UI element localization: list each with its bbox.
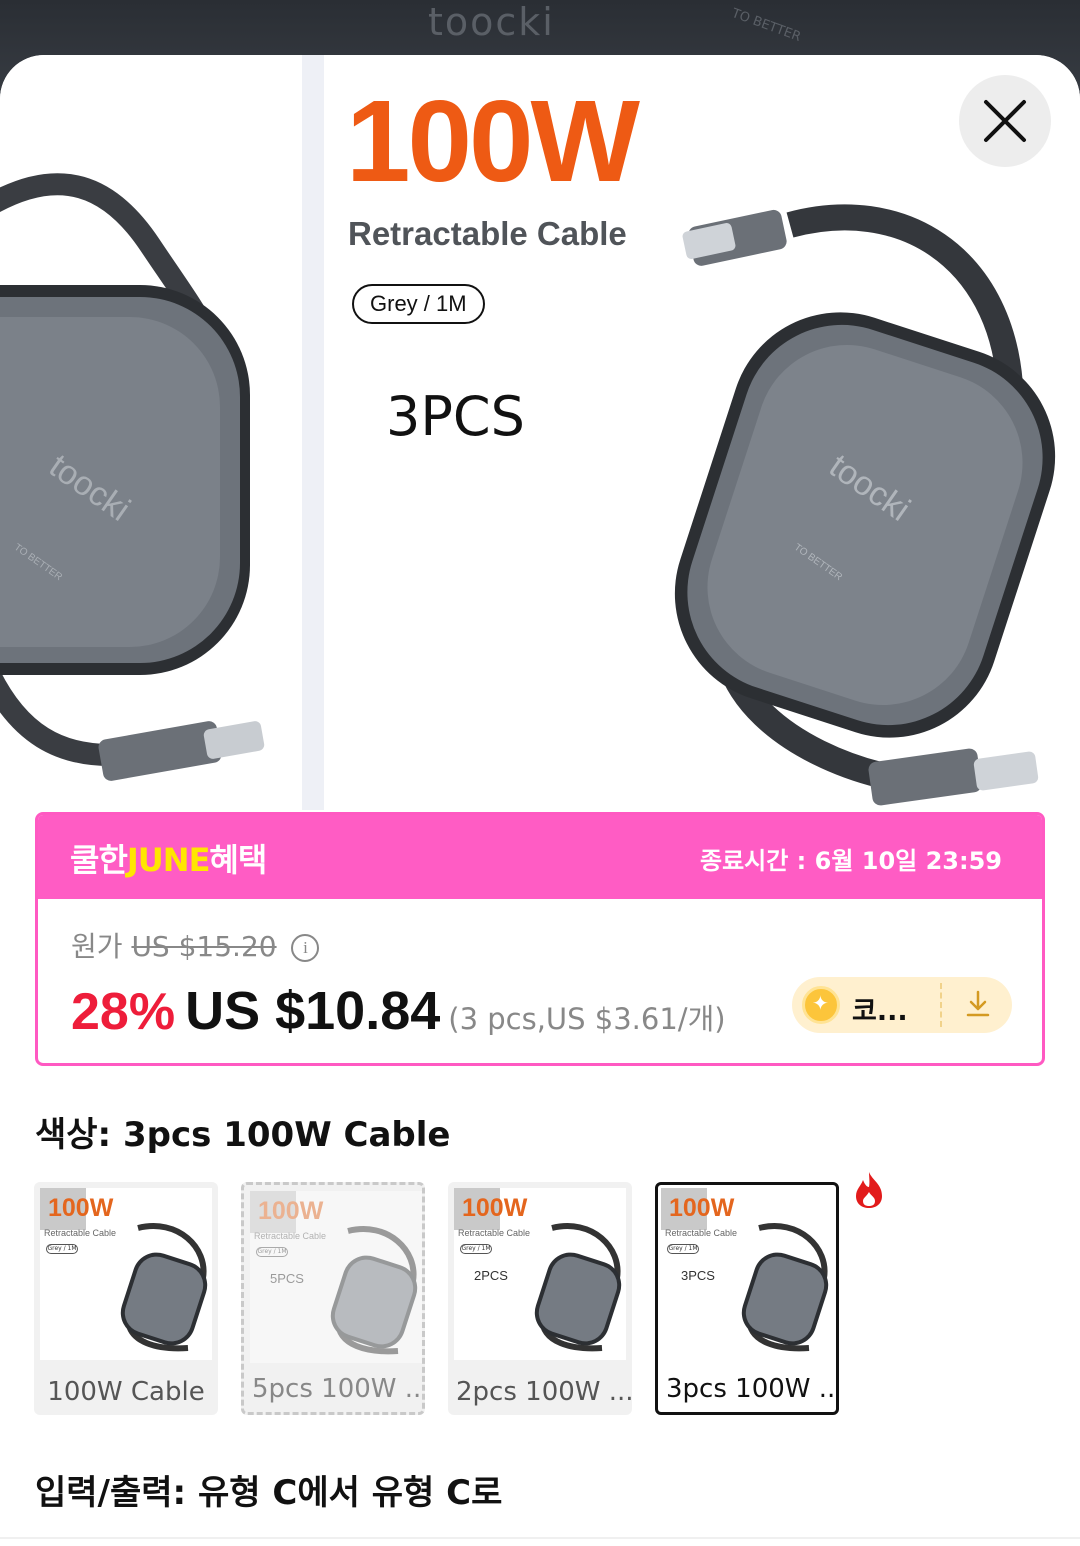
- color-option-2pcs[interactable]: 100W Retractable Cable Grey / 1M 2PCS 2p…: [448, 1182, 632, 1415]
- promo-header: 쿨한JUNE혜택 종료시간 : 6월 10일 23:59: [38, 815, 1042, 899]
- product-options-sheet: toocki TO BETTER 100W Retractable Cable …: [0, 55, 1080, 1546]
- original-price-row: 원가 US $15.20 i: [71, 925, 320, 965]
- io-section-label: 입력/출력: 유형 C에서 유형 C로: [35, 1473, 503, 1513]
- product-image-carousel[interactable]: toocki TO BETTER 100W Retractable Cable …: [0, 55, 1080, 810]
- thumb-pill: Grey / 1M: [667, 1244, 699, 1254]
- thumb-subline: Retractable Cable: [458, 1228, 531, 1238]
- swatch-label: 5pcs 100W ...: [252, 1374, 422, 1404]
- download-icon[interactable]: [962, 988, 994, 1020]
- coupon-separator: [940, 983, 942, 1027]
- thumb-pill: Grey / 1M: [256, 1247, 288, 1257]
- color-section-label: 색상: 3pcs 100W Cable: [35, 1115, 451, 1155]
- swatch-label: 3pcs 100W ...: [666, 1374, 836, 1404]
- unit-price: (3 pcs,US $3.61/개): [448, 1002, 726, 1036]
- swatch-thumbnail: 100W Retractable Cable Grey / 1M 5PCS: [250, 1191, 422, 1363]
- coupon-label: 코...: [852, 996, 908, 1027]
- original-price: US $15.20: [131, 930, 277, 963]
- thumb-device-image: [534, 1223, 622, 1352]
- thumb-device-image: [741, 1223, 829, 1352]
- thumb-headline: 100W: [48, 1194, 114, 1222]
- previous-product-image[interactable]: toocki TO BETTER: [0, 55, 302, 810]
- close-button[interactable]: [959, 75, 1051, 167]
- thumb-subline: Retractable Cable: [254, 1231, 327, 1241]
- swatch-thumbnail: 100W Retractable Cable Grey / 1M 2PCS: [454, 1188, 626, 1360]
- promo-end-time: 종료시간 : 6월 10일 23:59: [700, 847, 1002, 875]
- promo-title-highlight: JUNE: [126, 841, 211, 879]
- price-row: 28% US $10.84 (3 pcs,US $3.61/개): [71, 980, 726, 1042]
- cable-device-image-left: toocki TO BETTER: [0, 173, 265, 781]
- color-options: 100W Retractable Cable Grey / 1M 100W Ca…: [34, 1172, 1044, 1416]
- thumb-headline: 100W: [669, 1194, 735, 1222]
- color-option-100w[interactable]: 100W Retractable Cable Grey / 1M 100W Ca…: [34, 1182, 218, 1415]
- original-price-label: 원가: [71, 930, 123, 963]
- thumb-headline: 100W: [258, 1197, 324, 1225]
- cable-device-image: toocki TO BETTER: [674, 204, 1056, 806]
- info-icon[interactable]: i: [291, 934, 320, 962]
- thumb-subline: Retractable Cable: [44, 1228, 117, 1238]
- thumb-pcs: 5PCS: [270, 1271, 304, 1286]
- backdrop-tag-text: TO BETTER: [729, 6, 803, 45]
- backdrop-brand-text: toocki: [428, 0, 555, 44]
- promo-title-post: 혜택: [209, 841, 267, 879]
- swatch-label: 2pcs 100W ...: [456, 1377, 632, 1407]
- image-divider: [302, 55, 324, 810]
- coupon-button[interactable]: 코...: [792, 977, 1012, 1033]
- thumb-pill: Grey / 1M: [46, 1244, 78, 1254]
- swatch-label: 100W Cable: [47, 1377, 205, 1407]
- color-option-3pcs[interactable]: 100W Retractable Cable Grey / 1M 3PCS 3p…: [655, 1182, 839, 1415]
- swatch-thumbnail: 100W Retractable Cable Grey / 1M 3PCS: [661, 1188, 833, 1360]
- coin-icon: [802, 986, 840, 1024]
- thumb-headline: 100W: [462, 1194, 528, 1222]
- thumb-device-image: [120, 1223, 208, 1352]
- color-option-5pcs[interactable]: 100W Retractable Cable Grey / 1M 5PCS 5p…: [241, 1182, 425, 1415]
- divider: [0, 1537, 1080, 1539]
- promo-title-pre: 쿨한: [70, 841, 128, 879]
- thumb-pcs: 2PCS: [474, 1268, 508, 1283]
- thumb-pcs: 3PCS: [681, 1268, 715, 1283]
- current-product-image[interactable]: 100W Retractable Cable Grey / 1M 3PCS to…: [324, 55, 1080, 810]
- sale-price: US $10.84: [185, 981, 441, 1041]
- thumb-device-image: [330, 1226, 418, 1355]
- promo-title: 쿨한JUNE혜택: [70, 835, 267, 881]
- thumb-subline: Retractable Cable: [665, 1228, 738, 1238]
- thumb-pill: Grey / 1M: [460, 1244, 492, 1254]
- promo-box: 쿨한JUNE혜택 종료시간 : 6월 10일 23:59 원가 US $15.2…: [35, 812, 1045, 1066]
- close-icon: [984, 100, 1026, 142]
- fire-icon: [856, 1172, 882, 1208]
- swatch-thumbnail: 100W Retractable Cable Grey / 1M: [40, 1188, 212, 1360]
- discount-percent: 28%: [71, 983, 176, 1041]
